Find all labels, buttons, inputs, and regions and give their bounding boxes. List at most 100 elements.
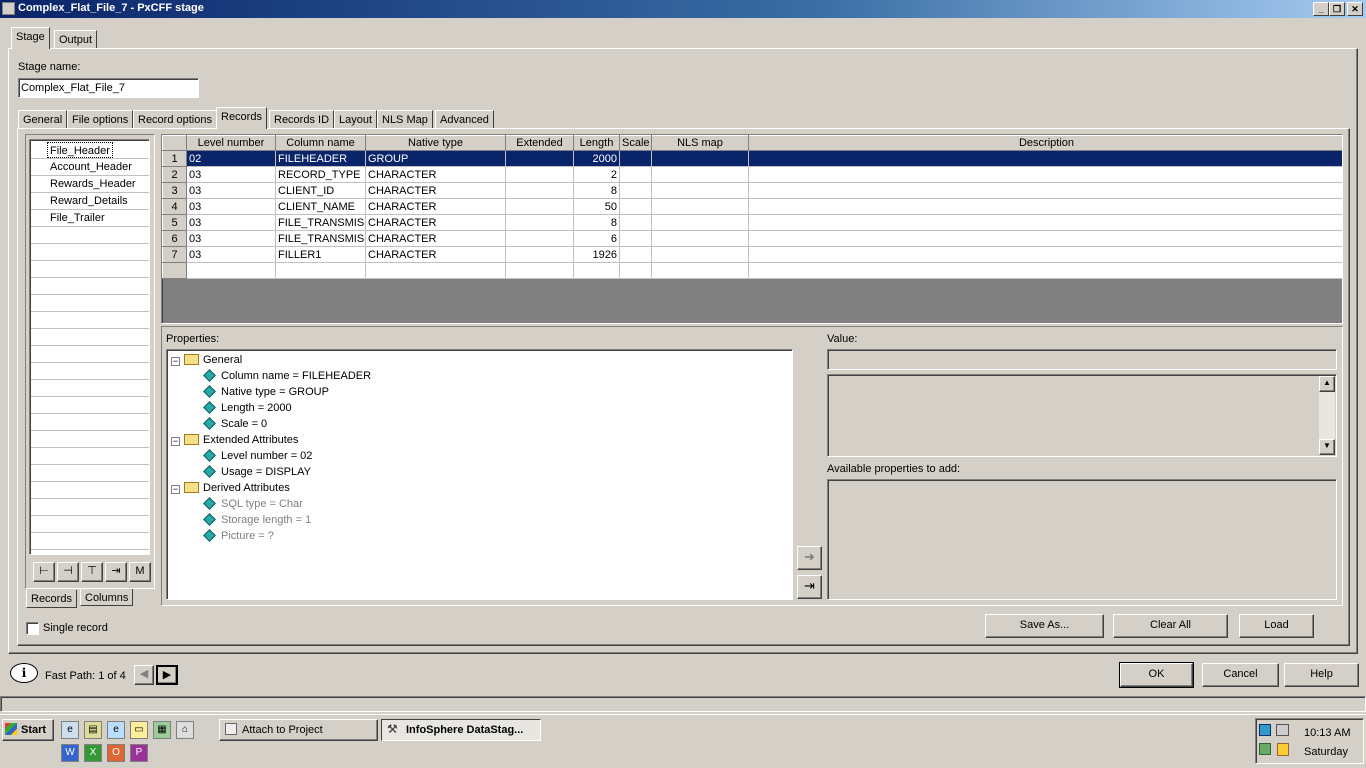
cell-scale[interactable]	[619, 150, 652, 167]
list-item[interactable]: Account_Header	[50, 159, 132, 175]
table-row[interactable]: 4 03 CLIENT_NAME CHARACTER 50	[162, 198, 1342, 215]
add-property-icon[interactable]: ➜	[797, 546, 822, 570]
cell-empty[interactable]	[186, 262, 276, 279]
cell-len[interactable]: 6	[573, 230, 620, 247]
list-item[interactable]: Rewards_Header	[50, 176, 136, 192]
col-header-length[interactable]: Length	[573, 135, 620, 151]
cell-type[interactable]: CHARACTER	[365, 166, 506, 183]
cell-type[interactable]: CHARACTER	[365, 214, 506, 231]
cell-level[interactable]: 03	[186, 214, 276, 231]
cell-scale[interactable]	[619, 230, 652, 247]
cell-nls[interactable]	[651, 214, 749, 231]
tab-record-options[interactable]: Record options	[133, 110, 217, 129]
cell-type[interactable]: CHARACTER	[365, 198, 506, 215]
cell-ext[interactable]	[505, 214, 574, 231]
paint-icon[interactable]: ▦	[153, 721, 171, 739]
task-attach-to-project[interactable]: Attach to Project	[219, 719, 378, 741]
cell-desc[interactable]	[748, 150, 1342, 167]
cell-level[interactable]: 03	[186, 166, 276, 183]
cell-empty[interactable]	[275, 262, 366, 279]
move-record-icon[interactable]: ⇥	[105, 562, 127, 582]
table-row[interactable]: 3 03 CLIENT_ID CHARACTER 8	[162, 182, 1342, 199]
cell-ext[interactable]	[505, 246, 574, 263]
onenote-icon[interactable]: P	[130, 744, 148, 762]
tree-item[interactable]: Native type = GROUP	[203, 384, 329, 400]
value-scrollbar[interactable]: ▲ ▼	[1319, 376, 1335, 455]
master-record-icon[interactable]: M	[129, 562, 151, 582]
tab-records-id[interactable]: Records ID	[269, 110, 335, 129]
ie-icon[interactable]: e	[61, 721, 79, 739]
row-number[interactable]: 3	[162, 182, 187, 199]
row-number[interactable]: 4	[162, 198, 187, 215]
cell-empty[interactable]	[748, 262, 1342, 279]
insert-record-icon[interactable]: ⊢	[33, 562, 55, 582]
tab-records[interactable]: Records	[216, 107, 267, 129]
tab-general[interactable]: General	[18, 110, 68, 129]
row-number[interactable]: 6	[162, 230, 187, 247]
word-icon[interactable]: W	[61, 744, 79, 762]
table-row[interactable]: 1 02 FILEHEADER GROUP 2000	[162, 150, 1342, 167]
tray-monitor-icon[interactable]	[1276, 724, 1289, 736]
cell-nls[interactable]	[651, 246, 749, 263]
cell-col[interactable]: CLIENT_NAME	[275, 198, 366, 215]
tray-network-icon[interactable]	[1259, 724, 1271, 736]
browser-icon[interactable]: e	[107, 721, 125, 739]
collapse-icon[interactable]: −	[171, 357, 180, 366]
cell-level[interactable]: 03	[186, 182, 276, 199]
cell-ext[interactable]	[505, 150, 574, 167]
cell-ext[interactable]	[505, 230, 574, 247]
table-row[interactable]: 6 03 FILE_TRANSMIS CHARACTER 6	[162, 230, 1342, 247]
col-header-level[interactable]: Level number	[186, 135, 276, 151]
row-number[interactable]: 2	[162, 166, 187, 183]
cell-ext[interactable]	[505, 182, 574, 199]
tray-security-icon[interactable]	[1259, 743, 1271, 755]
columns-grid[interactable]: Level number Column name Native type Ext…	[161, 134, 1343, 324]
cell-type[interactable]: CHARACTER	[365, 182, 506, 199]
tray-shield-icon[interactable]	[1277, 743, 1289, 756]
cell-type[interactable]: CHARACTER	[365, 246, 506, 263]
add-all-properties-icon[interactable]: ⇥	[797, 575, 822, 599]
clock-time[interactable]: 10:13 AM	[1304, 727, 1350, 739]
tree-item[interactable]: Length = 2000	[203, 400, 292, 416]
cell-nls[interactable]	[651, 150, 749, 167]
clock-day[interactable]: Saturday	[1304, 746, 1348, 758]
outlook-icon[interactable]: O	[107, 744, 125, 762]
scroll-up-icon[interactable]: ▲	[1319, 376, 1335, 392]
next-arrow-icon[interactable]: ▶	[156, 665, 178, 685]
minimize-button[interactable]: _	[1313, 2, 1329, 16]
row-number[interactable]: 7	[162, 246, 187, 263]
server-manager-icon[interactable]: ▤	[84, 721, 102, 739]
col-header-native-type[interactable]: Native type	[365, 135, 506, 151]
cell-scale[interactable]	[619, 182, 652, 199]
collapse-icon[interactable]: −	[171, 485, 180, 494]
network-icon[interactable]: ⌂	[176, 721, 194, 739]
cell-level[interactable]: 03	[186, 230, 276, 247]
cell-empty[interactable]	[619, 262, 652, 279]
cell-col[interactable]: RECORD_TYPE	[275, 166, 366, 183]
cell-type[interactable]: GROUP	[365, 150, 506, 167]
excel-icon[interactable]: X	[84, 744, 102, 762]
explorer-icon[interactable]: ▭	[130, 721, 148, 739]
properties-tree[interactable]: − General Column name = FILEHEADER Native t…	[166, 349, 793, 600]
table-row[interactable]: 5 03 FILE_TRANSMIS CHARACTER 8	[162, 214, 1342, 231]
tree-group[interactable]: − Extended Attributes	[171, 432, 298, 448]
single-record-checkbox[interactable]	[26, 622, 39, 635]
cell-desc[interactable]	[748, 246, 1342, 263]
cell-desc[interactable]	[748, 198, 1342, 215]
cell-level[interactable]: 03	[186, 198, 276, 215]
cell-len[interactable]: 8	[573, 182, 620, 199]
task-infosphere[interactable]: InfoSphere DataStag...	[381, 719, 541, 741]
tab-records-list[interactable]: Records	[26, 590, 77, 608]
tab-stage[interactable]: Stage	[11, 27, 50, 49]
cell-desc[interactable]	[748, 230, 1342, 247]
cell-ext[interactable]	[505, 198, 574, 215]
cell-scale[interactable]	[619, 246, 652, 263]
col-header-name[interactable]: Column name	[275, 135, 366, 151]
cancel-button[interactable]: Cancel	[1202, 663, 1279, 687]
value-input[interactable]	[827, 349, 1337, 370]
cell-level[interactable]: 03	[186, 246, 276, 263]
tree-item[interactable]: Usage = DISPLAY	[203, 464, 311, 480]
tab-layout[interactable]: Layout	[334, 110, 378, 129]
row-number[interactable]: 5	[162, 214, 187, 231]
load-button[interactable]: Load	[1239, 614, 1314, 638]
